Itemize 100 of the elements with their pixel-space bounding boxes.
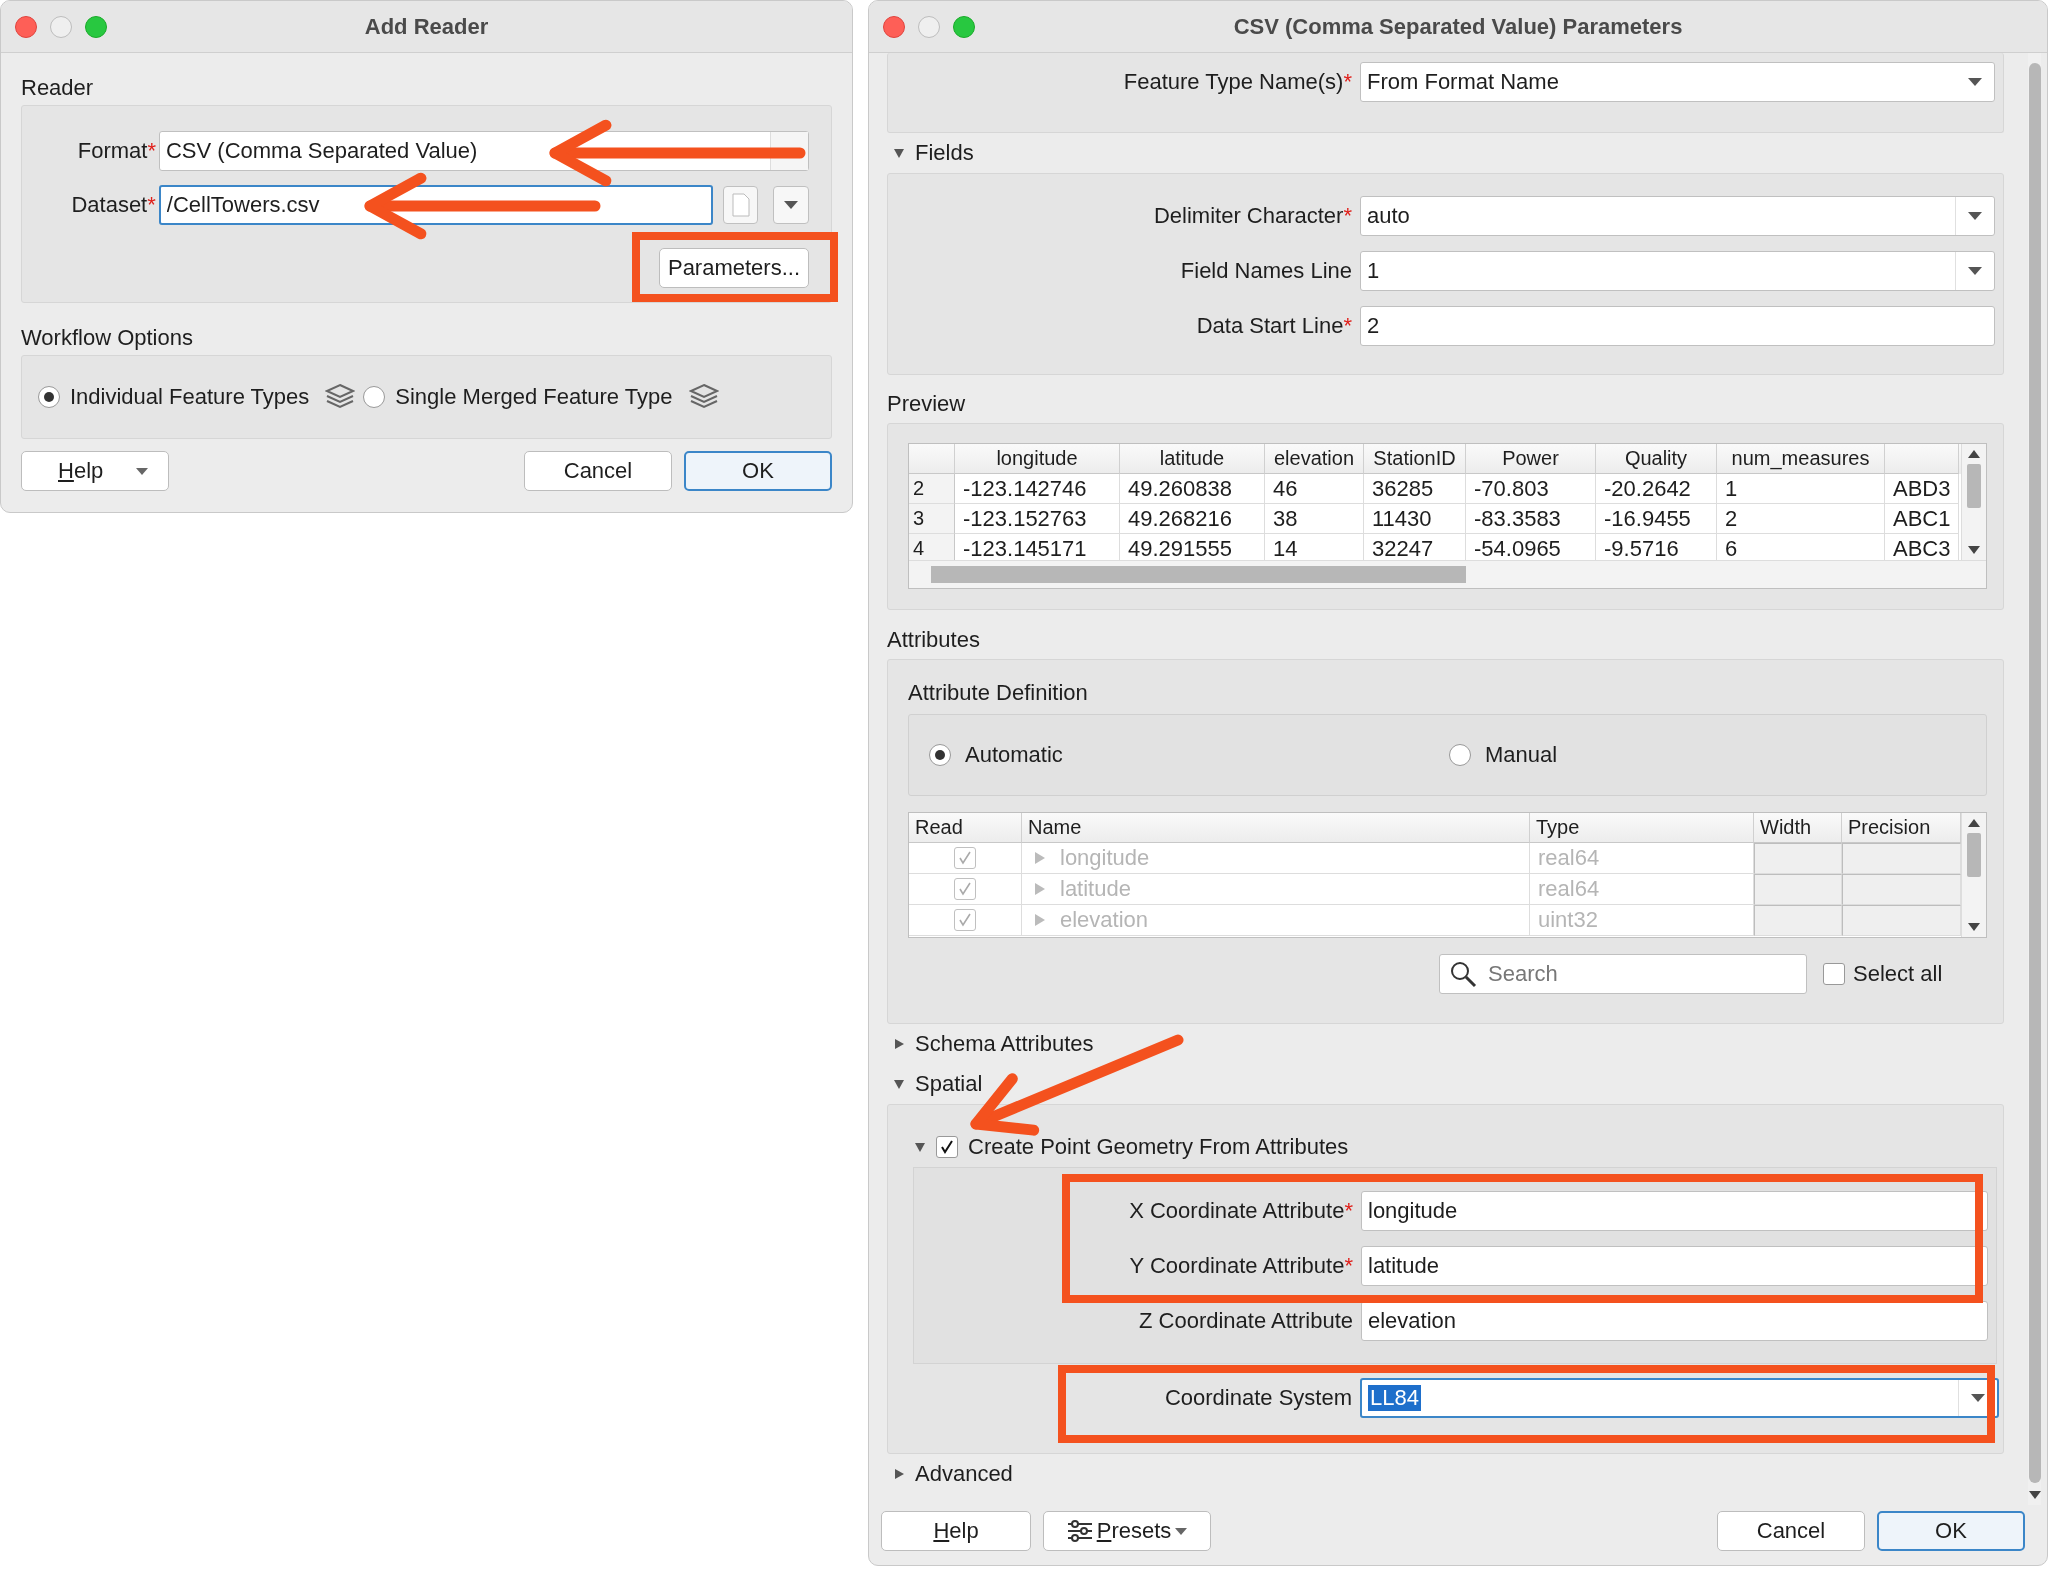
section-heading[interactable]: Schema Attributes (915, 1031, 1094, 1057)
column-header[interactable]: elevation (1265, 444, 1364, 474)
checkbox[interactable] (936, 1136, 958, 1158)
caret-icon (1968, 267, 1982, 275)
table-cell: 49.268216 (1120, 504, 1265, 534)
up-arrow-icon[interactable] (1968, 819, 1980, 827)
search-icon (1449, 960, 1477, 988)
checkmark-icon (957, 912, 973, 928)
radio-label[interactable]: Individual Feature Types (70, 384, 310, 410)
window-title: Add Reader (364, 13, 489, 40)
dropdown-button[interactable] (773, 186, 809, 224)
search-field[interactable]: Search (1439, 954, 1807, 994)
zoom-icon[interactable] (953, 16, 975, 38)
field-label: Data Start Line* (1195, 313, 1353, 339)
section-heading[interactable]: Advanced (915, 1461, 1013, 1487)
group-label: Attribute Definition (908, 679, 1089, 707)
zoom-icon[interactable] (85, 16, 107, 38)
column-header[interactable]: num_measures (1717, 444, 1885, 474)
table-cell: 1 (1717, 474, 1885, 504)
caret-icon (1175, 1527, 1188, 1535)
field-label: Dataset* (70, 192, 156, 218)
ok-button[interactable]: OK (684, 451, 832, 491)
radio-button[interactable] (929, 744, 951, 766)
expand-arrow-icon[interactable] (893, 147, 905, 159)
caret-icon (1971, 1394, 1985, 1402)
table-cell: 49.260838 (1120, 474, 1265, 504)
field-label: X Coordinate Attribute* (1128, 1198, 1354, 1224)
up-arrow-icon[interactable] (1968, 450, 1980, 458)
file-button[interactable] (722, 186, 759, 224)
section-heading[interactable]: Fields (915, 140, 974, 166)
help-button[interactable]: Help (881, 1511, 1031, 1551)
close-icon[interactable] (15, 16, 37, 38)
dropdown[interactable]: auto (1360, 196, 1995, 236)
attribute-name: longitude (1060, 845, 1150, 871)
checkmark-icon (957, 881, 973, 897)
ok-button[interactable]: OK (1877, 1511, 2025, 1551)
minimize-icon[interactable] (918, 16, 940, 38)
minimize-icon[interactable] (50, 16, 72, 38)
scrollbar[interactable] (1961, 813, 1986, 937)
dropdown[interactable]: 1 (1360, 251, 1995, 291)
layers-icon (688, 383, 719, 411)
table-cell: 38 (1265, 504, 1364, 534)
radio-button[interactable] (38, 386, 60, 408)
column-header[interactable]: latitude (1120, 444, 1265, 474)
checkbox[interactable] (1823, 963, 1845, 985)
text-field[interactable]: 2 (1360, 306, 1995, 346)
table-cell: -123.142746 (955, 474, 1120, 504)
parameters-button[interactable]: Parameters... (658, 248, 809, 288)
table-cell: -70.803 (1466, 474, 1596, 504)
expand-arrow-icon[interactable] (893, 1468, 905, 1480)
checkbox-label[interactable]: Select all (1853, 961, 1943, 987)
scrollbar[interactable] (909, 560, 1986, 588)
scrollbar[interactable] (1961, 444, 1986, 560)
table-cell: -20.2642 (1596, 474, 1717, 504)
radio-label[interactable]: Automatic (965, 742, 1063, 768)
radio-label[interactable]: Single Merged Feature Type (395, 384, 673, 410)
scroll-thumb[interactable] (1967, 833, 1981, 877)
section-heading[interactable]: Spatial (915, 1071, 983, 1097)
field-label: Z Coordinate Attribute (1138, 1308, 1354, 1334)
cancel-button[interactable]: Cancel (1717, 1511, 1865, 1551)
column-header[interactable]: StationID (1364, 444, 1466, 474)
checkmark-icon (939, 1139, 955, 1155)
scroll-thumb[interactable] (931, 566, 1466, 583)
dropdown[interactable]: LL84 (1360, 1378, 1999, 1418)
text-field[interactable]: elevation (1361, 1301, 1988, 1341)
radio-label[interactable]: Manual (1485, 742, 1558, 768)
field-label: Delimiter Character* (1152, 203, 1353, 229)
down-arrow-icon[interactable] (1968, 546, 1980, 554)
checkbox-label[interactable]: Create Point Geometry From Attributes (968, 1134, 1349, 1160)
field-label: Field Names Line (1179, 258, 1353, 284)
help-button[interactable]: Help (21, 451, 169, 491)
expand-arrow-icon[interactable] (893, 1038, 905, 1050)
radio-button[interactable] (363, 386, 386, 408)
field-label: Coordinate System (1163, 1385, 1353, 1411)
cancel-button[interactable]: Cancel (524, 451, 672, 491)
close-icon[interactable] (883, 16, 905, 38)
down-arrow-icon[interactable] (1968, 923, 1980, 931)
field-label: Format* (76, 138, 156, 164)
attribute-name: elevation (1060, 907, 1149, 933)
column-header[interactable]: Quality (1596, 444, 1717, 474)
column-header[interactable]: Name (1022, 813, 1530, 843)
table-cell: 36285 (1364, 474, 1466, 504)
section-label: Reader (21, 74, 95, 102)
text-field[interactable]: longitude (1361, 1191, 1988, 1231)
expand-arrow-icon[interactable] (914, 1141, 926, 1153)
caret-icon (1968, 78, 1982, 86)
scroll-thumb[interactable] (1967, 464, 1981, 508)
text-field[interactable]: latitude (1361, 1246, 1988, 1286)
expand-arrow-icon[interactable] (893, 1078, 905, 1090)
column-header[interactable]: longitude (955, 444, 1120, 474)
column-header[interactable]: Read (909, 813, 1022, 843)
dropdown[interactable]: From Format Name (1360, 62, 1995, 102)
presets-button[interactable]: Presets (1043, 1511, 1211, 1551)
down-arrow-icon[interactable] (2028, 1491, 2041, 1499)
radio-button[interactable] (1449, 744, 1471, 766)
row-number: 4 (909, 534, 955, 560)
column-header[interactable]: Power (1466, 444, 1596, 474)
column-header[interactable]: Type (1530, 813, 1754, 843)
field-label: Y Coordinate Attribute* (1128, 1253, 1354, 1279)
table-cell: -16.9455 (1596, 504, 1717, 534)
